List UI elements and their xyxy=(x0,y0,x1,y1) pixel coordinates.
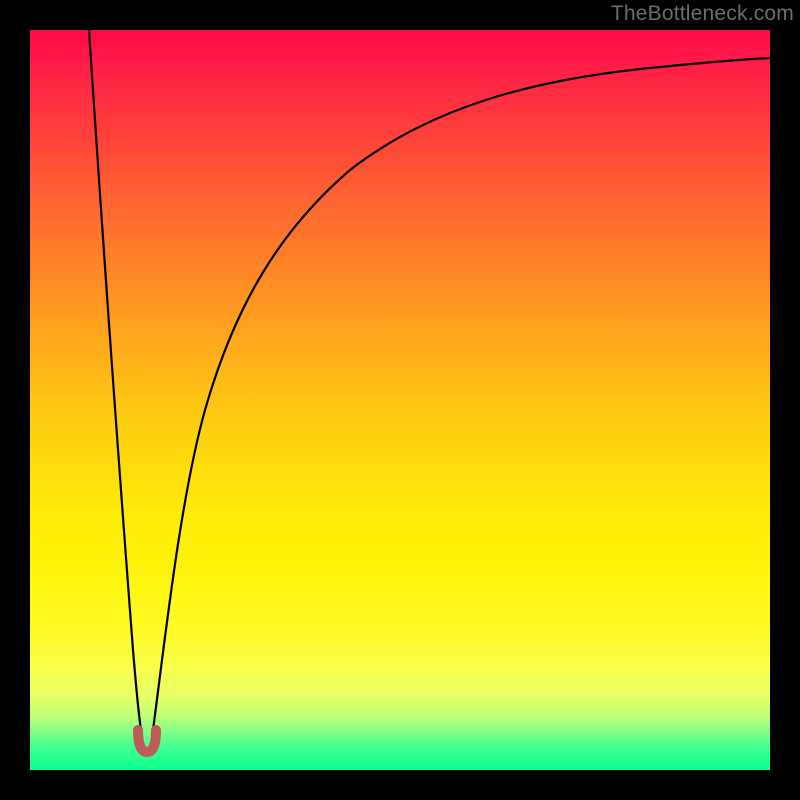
curve-layer xyxy=(30,30,770,770)
watermark-text: TheBottleneck.com xyxy=(611,2,794,26)
plot-area xyxy=(30,30,770,770)
chart-outer-frame: TheBottleneck.com xyxy=(0,0,800,800)
minimum-marker xyxy=(138,730,156,752)
curve-right-branch xyxy=(153,58,770,730)
curve-left-branch xyxy=(89,30,141,730)
